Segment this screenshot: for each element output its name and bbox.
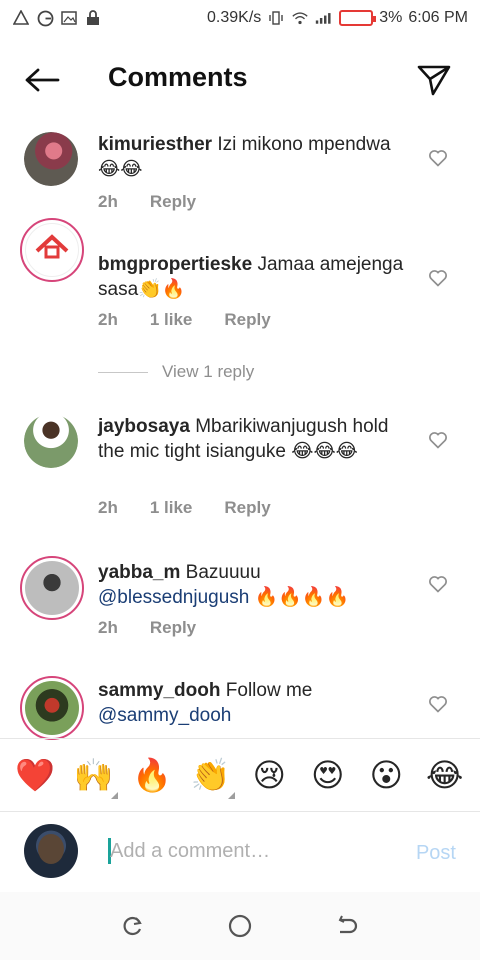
network-speed: 0.39K/s bbox=[207, 9, 262, 26]
avatar[interactable] bbox=[20, 218, 84, 282]
heart-icon[interactable] bbox=[428, 574, 448, 594]
emoji-fire-button[interactable]: 🔥 bbox=[126, 749, 178, 801]
mention-link[interactable]: @blessednjugush bbox=[98, 587, 249, 608]
lock-icon bbox=[84, 9, 102, 27]
reply-button[interactable]: Reply bbox=[150, 192, 196, 212]
signal-icon bbox=[315, 9, 333, 27]
skin-tone-indicator bbox=[227, 792, 235, 799]
send-icon bbox=[417, 65, 451, 96]
avatar bbox=[24, 824, 78, 878]
recents-button[interactable] bbox=[116, 909, 150, 943]
heart-icon[interactable] bbox=[428, 268, 448, 288]
post-button[interactable]: Post bbox=[416, 842, 456, 865]
skin-tone-indicator bbox=[110, 792, 118, 799]
recents-icon bbox=[123, 916, 143, 936]
company-logo bbox=[35, 234, 69, 259]
reply-button[interactable]: Reply bbox=[224, 498, 270, 518]
battery-icon bbox=[339, 10, 377, 26]
avatar[interactable] bbox=[20, 676, 84, 740]
comment-username[interactable]: jaybosaya bbox=[98, 416, 190, 437]
emoji-laughing-button[interactable]: 😂 bbox=[419, 749, 471, 801]
emoji-glyph: 🙌 bbox=[73, 757, 114, 793]
emoji-heart-button[interactable]: ❤️ bbox=[9, 749, 61, 801]
header: Comments bbox=[0, 50, 480, 110]
comment-text: Follow me bbox=[225, 680, 313, 701]
comment-time: 2h bbox=[98, 498, 118, 517]
view-replies-label: View 1 reply bbox=[162, 362, 255, 381]
emoji-raised-hands-button[interactable]: 🙌 bbox=[68, 749, 120, 801]
divider bbox=[98, 371, 148, 373]
emoji-crying-button[interactable]: 😢 bbox=[243, 749, 295, 801]
emoji-surprised-button[interactable]: 😮 bbox=[360, 749, 412, 801]
comment-time: 2h bbox=[98, 310, 118, 329]
comment-time: 2h bbox=[98, 618, 118, 637]
emoji-clap-button[interactable]: 👏 bbox=[185, 749, 237, 801]
reply-button[interactable]: Reply bbox=[150, 618, 196, 638]
warning-icon bbox=[12, 9, 30, 27]
comment-username[interactable]: yabba_m bbox=[98, 562, 180, 583]
arrow-left-icon bbox=[25, 68, 60, 92]
comment-text-after: 🔥🔥🔥🔥 bbox=[249, 587, 350, 608]
system-nav-bar bbox=[0, 892, 480, 960]
image-icon bbox=[60, 9, 78, 27]
status-bar: 0.39K/s 3% 6:06 PM bbox=[0, 0, 480, 36]
mention-link[interactable]: @sammy_dooh bbox=[98, 705, 231, 726]
wifi-icon bbox=[291, 9, 309, 27]
avatar[interactable] bbox=[24, 132, 78, 186]
back-button[interactable] bbox=[22, 62, 62, 98]
vibrate-icon bbox=[267, 9, 285, 27]
comment-time: 2h bbox=[98, 192, 118, 211]
like-count[interactable]: 1 like bbox=[150, 310, 193, 330]
comment-username[interactable]: bmgpropertieske bbox=[98, 254, 252, 275]
clock: 6:06 PM bbox=[408, 9, 468, 26]
comment-username[interactable]: kimuriesther bbox=[98, 134, 212, 155]
home-button[interactable] bbox=[223, 909, 257, 943]
home-icon bbox=[228, 914, 252, 938]
google-icon bbox=[36, 9, 54, 27]
comment-composer: Post bbox=[0, 812, 480, 892]
comment-username[interactable]: sammy_dooh bbox=[98, 680, 220, 701]
avatar[interactable] bbox=[24, 414, 78, 468]
comment-text: Bazuuuu bbox=[185, 562, 261, 583]
battery-percent: 3% bbox=[379, 9, 403, 26]
reply-button[interactable]: Reply bbox=[224, 310, 270, 330]
emoji-glyph: 👏 bbox=[190, 757, 231, 793]
comment-input[interactable] bbox=[110, 834, 400, 868]
like-count[interactable]: 1 like bbox=[150, 498, 193, 518]
avatar[interactable] bbox=[20, 556, 84, 620]
heart-icon[interactable] bbox=[428, 430, 448, 450]
heart-icon[interactable] bbox=[428, 148, 448, 168]
share-button[interactable] bbox=[414, 60, 454, 100]
emoji-bar: ❤️ 🙌 🔥 👏 😢 😍 😮 😂 bbox=[0, 738, 480, 812]
heart-icon[interactable] bbox=[428, 694, 448, 714]
back-nav-icon bbox=[338, 915, 357, 934]
emoji-heart-eyes-button[interactable]: 😍 bbox=[302, 749, 354, 801]
view-replies-button[interactable]: View 1 reply bbox=[98, 362, 254, 382]
back-nav-button[interactable] bbox=[330, 909, 364, 943]
page-title: Comments bbox=[108, 62, 248, 92]
